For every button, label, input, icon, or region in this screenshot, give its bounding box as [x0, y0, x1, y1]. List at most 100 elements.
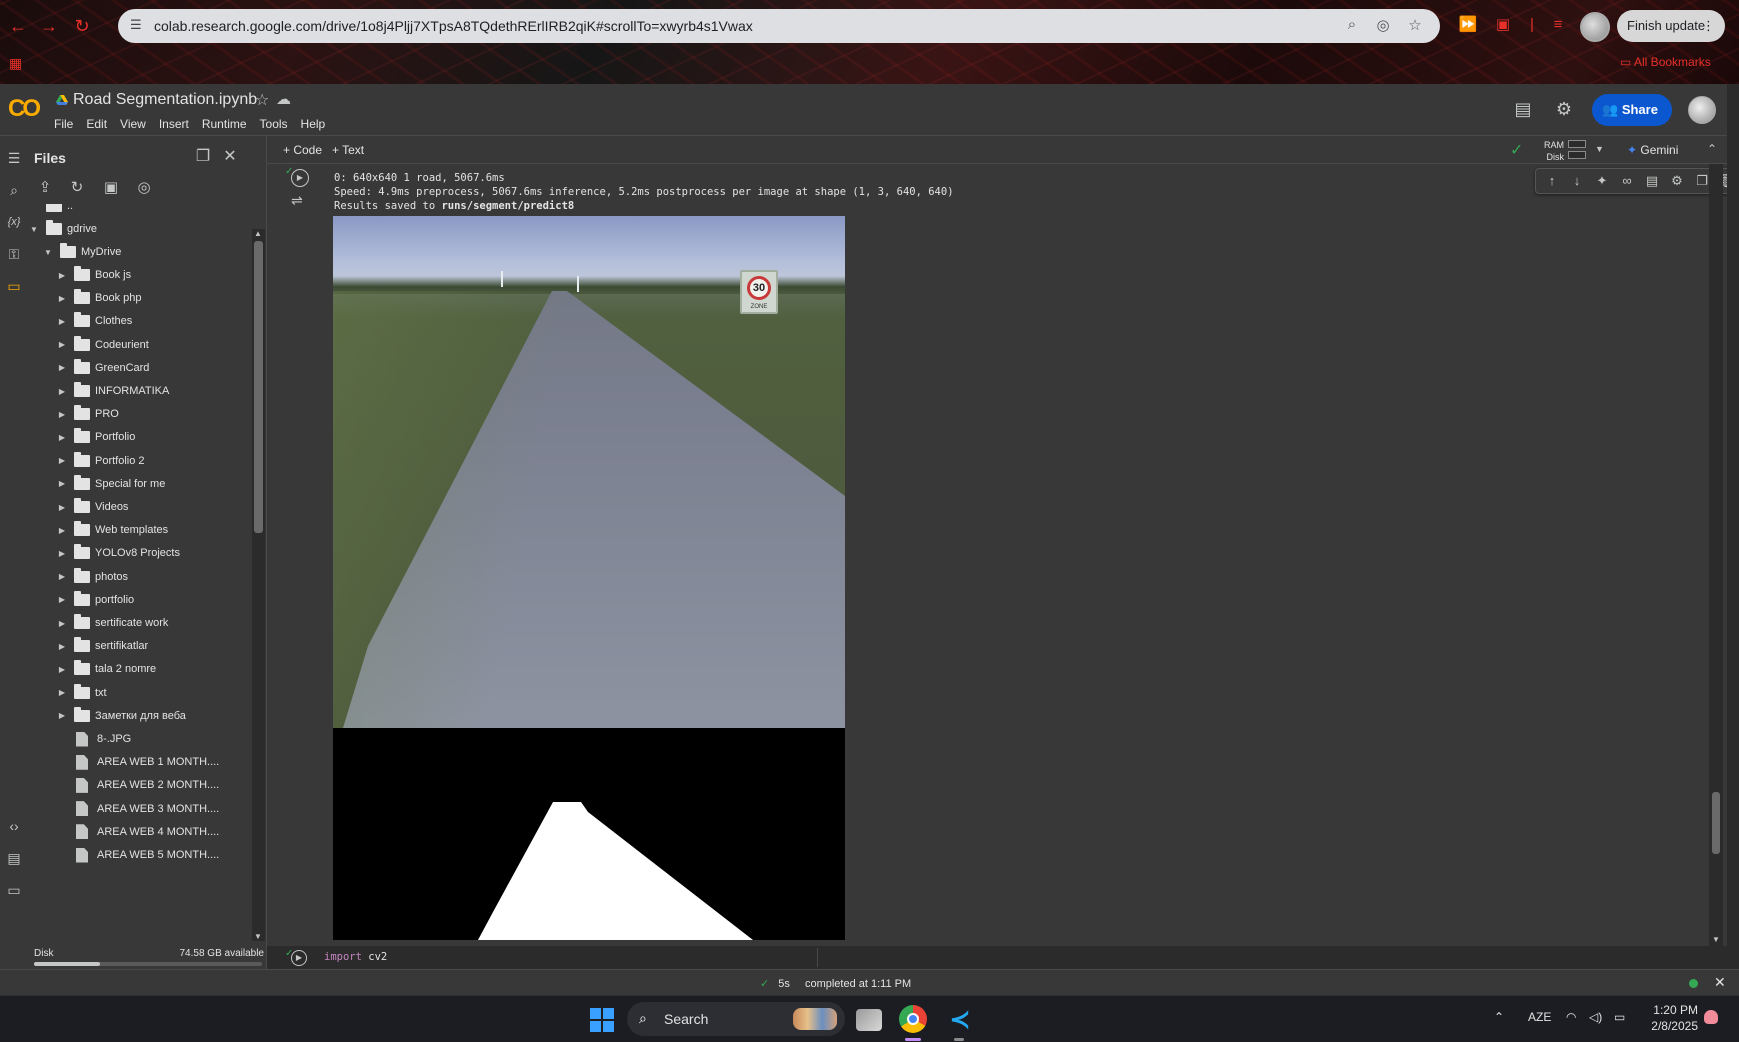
code-line[interactable]: import cv2: [324, 951, 387, 963]
tree-folder-item[interactable]: ▶ Book js: [56, 264, 131, 286]
comment-icon[interactable]: ▤: [1512, 99, 1534, 120]
chevron-right-icon[interactable]: ▶: [56, 572, 68, 581]
settings-gear-icon[interactable]: ⚙: [1669, 173, 1685, 189]
colab-logo[interactable]: CO: [8, 95, 41, 123]
show-hidden-icons-chevron-icon[interactable]: ⌃: [1494, 1010, 1504, 1024]
windows-start-icon[interactable]: [590, 1008, 614, 1032]
tree-item-parent[interactable]: ..: [46, 204, 73, 217]
finish-update-button[interactable]: Finish update ⋮: [1617, 10, 1725, 42]
tree-folder-item[interactable]: ▶ Web templates: [56, 519, 168, 541]
tree-folder-item[interactable]: ▶ sertifikatlar: [56, 635, 148, 657]
extensions-puzzle-icon[interactable]: ▣: [1492, 14, 1514, 36]
reading-list-icon[interactable]: ≡: [1547, 14, 1569, 36]
chrome-icon[interactable]: [899, 1005, 927, 1033]
refresh-icon[interactable]: ↻: [66, 178, 88, 196]
chevron-right-icon[interactable]: ▶: [56, 665, 68, 674]
tree-file-item[interactable]: AREA WEB 5 MONTH....: [74, 844, 219, 866]
wifi-icon[interactable]: ◠: [1566, 1010, 1576, 1024]
code-snippets-icon[interactable]: ‹›: [4, 816, 24, 836]
menu-edit[interactable]: Edit: [86, 117, 107, 131]
tree-folder-item[interactable]: ▶ Portfolio: [56, 426, 135, 448]
tree-file-item[interactable]: AREA WEB 3 MONTH....: [74, 798, 219, 820]
address-bar[interactable]: ☰ colab.research.google.com/drive/1o8j4P…: [118, 9, 1440, 43]
add-code-button[interactable]: + Code: [283, 143, 322, 157]
scroll-down-icon[interactable]: ▼: [254, 932, 262, 941]
hide-files-icon[interactable]: ◎: [133, 178, 155, 196]
tree-item-mydrive[interactable]: ▼ MyDrive: [42, 241, 121, 263]
vscode-icon[interactable]: ≺: [946, 1005, 974, 1033]
scroll-up-icon[interactable]: ▲: [254, 229, 262, 238]
tree-folder-item[interactable]: ▶ Special for me: [56, 473, 165, 495]
user-avatar[interactable]: [1688, 96, 1716, 124]
upload-file-icon[interactable]: ⇪: [34, 178, 56, 196]
collapse-chevron-icon[interactable]: ⌃: [1707, 142, 1717, 156]
chevron-right-icon[interactable]: ▶: [56, 595, 68, 604]
tree-file-item[interactable]: 8-.JPG: [74, 728, 131, 750]
tree-folder-item[interactable]: ▶ Заметки для веба: [56, 705, 186, 727]
chevron-right-icon[interactable]: ▶: [56, 479, 68, 488]
run-cell-icon[interactable]: ▶: [291, 169, 309, 187]
command-palette-icon[interactable]: ▤: [4, 848, 24, 868]
apps-grid-icon[interactable]: ▦: [9, 55, 25, 71]
menu-view[interactable]: View: [120, 117, 146, 131]
url-text[interactable]: colab.research.google.com/drive/1o8j4Plj…: [154, 18, 753, 34]
tree-file-item[interactable]: AREA WEB 4 MONTH....: [74, 821, 219, 843]
execution-status[interactable]: ✓ 5s completed at 1:11 PM: [760, 977, 911, 990]
back-icon[interactable]: ←: [6, 14, 30, 38]
link-icon[interactable]: ∞: [1619, 173, 1635, 188]
resource-labels[interactable]: RAM Disk: [1534, 139, 1564, 163]
battery-icon[interactable]: ▭: [1614, 1010, 1625, 1024]
tree-folder-item[interactable]: ▶ Portfolio 2: [56, 450, 145, 472]
tree-folder-item[interactable]: ▶ GreenCard: [56, 357, 149, 379]
next-code-cell[interactable]: ✓ ▶ import cv2: [267, 946, 1727, 969]
tree-folder-item[interactable]: ▶ Clothes: [56, 310, 132, 332]
notebook-title[interactable]: Road Segmentation.ipynb: [73, 91, 257, 109]
extension-icon[interactable]: ⏩: [1457, 14, 1479, 36]
menu-runtime[interactable]: Runtime: [202, 117, 247, 131]
open-in-tab-icon[interactable]: ❐: [193, 146, 213, 166]
scroll-thumb[interactable]: [1712, 792, 1720, 854]
tree-file-item[interactable]: AREA WEB 1 MONTH....: [74, 751, 219, 773]
share-button[interactable]: 👥 Share: [1592, 94, 1672, 126]
move-up-icon[interactable]: ↑: [1544, 173, 1560, 188]
tree-folder-item[interactable]: ▶ Videos: [56, 496, 128, 518]
runtime-dropdown-icon[interactable]: ▼: [1595, 144, 1604, 154]
settings-gear-icon[interactable]: ⚙: [1553, 99, 1575, 120]
forward-icon[interactable]: →: [37, 14, 61, 38]
tree-file-item[interactable]: AREA WEB 2 MONTH....: [74, 774, 219, 796]
chevron-down-icon[interactable]: ▼: [42, 248, 54, 257]
chevron-down-icon[interactable]: ▼: [28, 225, 40, 234]
gemini-button[interactable]: ✦ Gemini: [1627, 143, 1678, 157]
chevron-right-icon[interactable]: ▶: [56, 642, 68, 651]
tree-folder-item[interactable]: ▶ txt: [56, 682, 107, 704]
tree-folder-item[interactable]: ▶ INFORMATIKA: [56, 380, 169, 402]
chevron-right-icon[interactable]: ▶: [56, 711, 68, 720]
comment-icon[interactable]: ▤: [1644, 173, 1660, 189]
secrets-key-icon[interactable]: ⚿: [4, 244, 24, 264]
mirror-cell-icon[interactable]: ❐: [1694, 173, 1710, 189]
connected-check-icon[interactable]: ✓: [1510, 140, 1523, 160]
task-view-icon[interactable]: [856, 1009, 882, 1031]
gemini-sparkle-icon[interactable]: ✦: [1594, 173, 1610, 189]
files-scrollbar[interactable]: ▲ ▼: [252, 229, 265, 941]
chevron-right-icon[interactable]: ▶: [56, 526, 68, 535]
notification-bell-icon[interactable]: [1704, 1010, 1718, 1024]
output-options-icon[interactable]: ⇌: [291, 192, 303, 209]
chevron-right-icon[interactable]: ▶: [56, 271, 68, 280]
system-clock[interactable]: 1:20 PM 2/8/2025: [1642, 1002, 1698, 1034]
tree-folder-item[interactable]: ▶ photos: [56, 566, 128, 588]
chevron-right-icon[interactable]: ▶: [56, 387, 68, 396]
chevron-right-icon[interactable]: ▶: [56, 363, 68, 372]
tree-folder-item[interactable]: ▶ tala 2 nomre: [56, 658, 156, 680]
chevron-right-icon[interactable]: ▶: [56, 503, 68, 512]
star-icon[interactable]: ☆: [255, 90, 269, 110]
zoom-icon[interactable]: ⌕: [1342, 16, 1362, 36]
chevron-right-icon[interactable]: ▶: [56, 317, 68, 326]
chevron-right-icon[interactable]: ▶: [56, 410, 68, 419]
tree-folder-item[interactable]: ▶ portfolio: [56, 589, 134, 611]
tree-folder-item[interactable]: ▶ Book php: [56, 287, 141, 309]
chevron-right-icon[interactable]: ▶: [56, 688, 68, 697]
close-icon[interactable]: ✕: [1714, 974, 1726, 991]
tree-folder-item[interactable]: ▶ sertificate work: [56, 612, 168, 634]
chevron-right-icon[interactable]: ▶: [56, 549, 68, 558]
